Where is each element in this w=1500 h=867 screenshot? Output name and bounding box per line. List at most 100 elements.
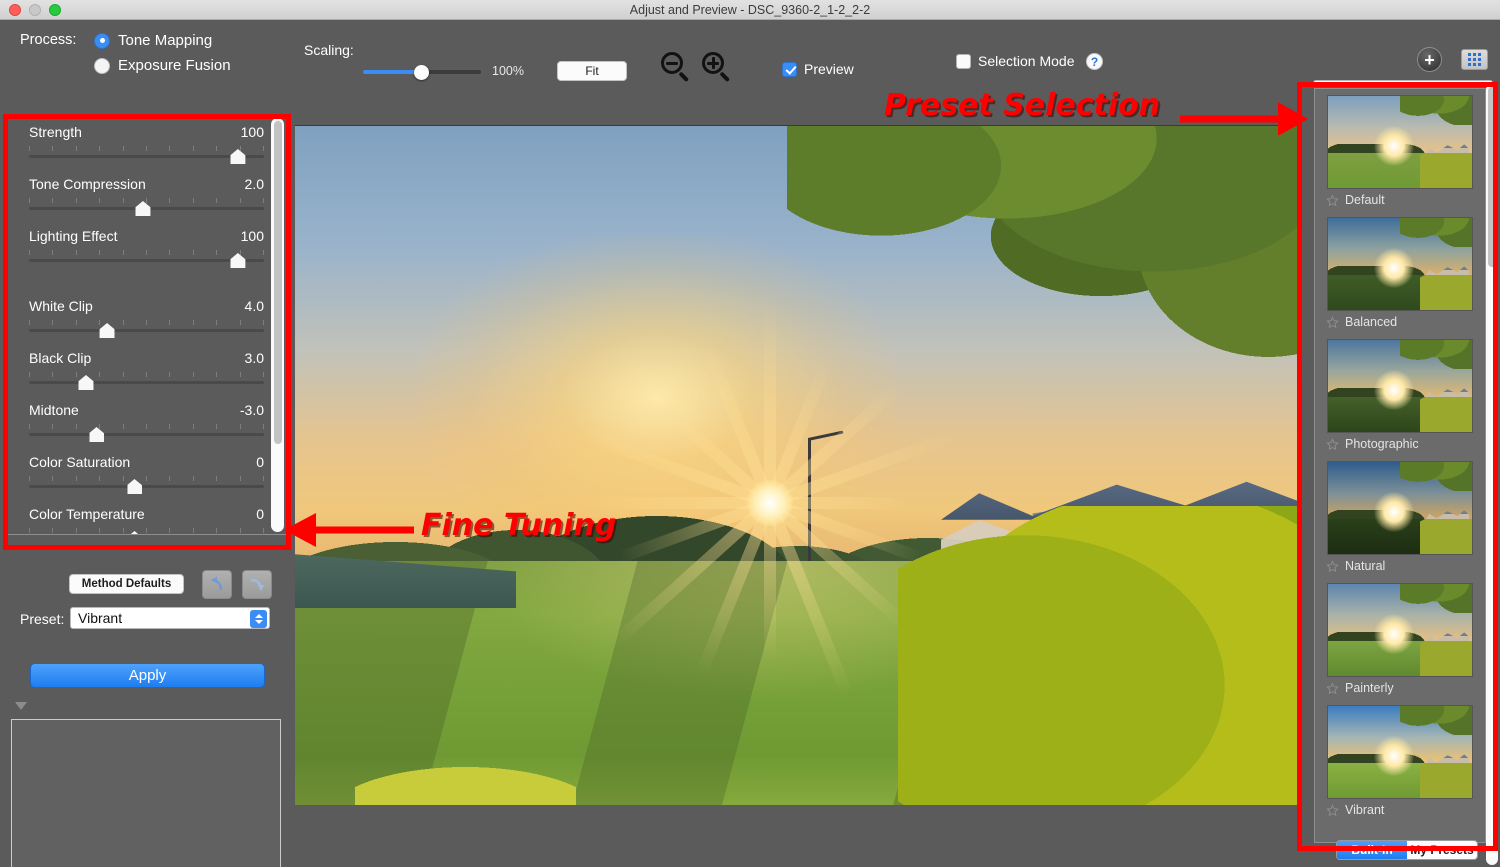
preset-item[interactable]: Painterly	[1315, 577, 1485, 699]
preset-tab[interactable]: Built-In	[1337, 841, 1407, 859]
thumb-canopy	[1400, 218, 1472, 248]
preset-name: Photographic	[1345, 437, 1419, 451]
undo-arrow-icon[interactable]	[202, 570, 232, 599]
preset-dropdown-value: Vibrant	[78, 610, 123, 626]
slider-track[interactable]	[29, 329, 264, 332]
disclosure-triangle-icon[interactable]	[15, 702, 27, 710]
slider-row[interactable]: Strength 100	[23, 124, 264, 167]
slider-track[interactable]	[29, 485, 264, 488]
adjustments-panel: Strength 100 Tone Compression 2.0 Lighting E…	[0, 82, 293, 867]
slider-scrollbar-thumb[interactable]	[273, 121, 282, 444]
preset-dropdown[interactable]: Vibrant	[70, 607, 270, 629]
method-defaults-button[interactable]: Method Defaults	[69, 574, 184, 594]
slider-track[interactable]	[29, 259, 264, 262]
top-toolbar: Process: Tone Mapping Exposure Fusion Me…	[0, 20, 1500, 110]
preset-thumbnail[interactable]	[1327, 705, 1473, 799]
preset-name: Vibrant	[1345, 803, 1385, 817]
selection-mode-checkbox[interactable]: Selection Mode	[956, 53, 1075, 69]
preview-photograph[interactable]	[295, 125, 1300, 805]
preset-thumbnail[interactable]	[1327, 339, 1473, 433]
slider-knob[interactable]	[99, 323, 115, 338]
slider-ticks	[29, 476, 264, 481]
slider-row[interactable]: Color Saturation 0	[23, 454, 264, 497]
slider-label: Color Saturation	[29, 454, 131, 470]
slider-track[interactable]	[29, 381, 264, 384]
preset-scrollbar[interactable]	[1486, 84, 1498, 865]
redo-arrow-icon[interactable]	[242, 570, 272, 599]
favorite-star-icon[interactable]	[1326, 193, 1339, 207]
preset-source-tabs[interactable]: Built-In My Presets	[1336, 840, 1478, 860]
preset-tab[interactable]: My Presets	[1407, 841, 1477, 859]
radio-tone-mapping[interactable]: Tone Mapping	[94, 32, 212, 49]
preset-thumbnail[interactable]	[1327, 461, 1473, 555]
preset-panel: Default Balanced Photographic Natural Painte…	[1300, 82, 1500, 867]
selection-mode-label: Selection Mode	[978, 53, 1075, 69]
preset-thumbnail-list[interactable]: Default Balanced Photographic Natural Painte…	[1314, 88, 1486, 843]
slider-track[interactable]	[29, 433, 264, 436]
slider-knob[interactable]	[135, 201, 151, 216]
thumb-hedge	[1420, 153, 1472, 188]
fit-button[interactable]: Fit	[557, 61, 627, 81]
slider-list: Strength 100 Tone Compression 2.0 Lighting E…	[7, 116, 286, 534]
preset-caption: Photographic	[1320, 433, 1480, 455]
thumb-sun	[1374, 491, 1415, 532]
preset-thumbnail[interactable]	[1327, 217, 1473, 311]
slider-knob[interactable]	[230, 149, 246, 164]
thumb-hedge	[1420, 519, 1472, 554]
slider-row[interactable]: Color Temperature 0	[23, 506, 264, 534]
preset-thumbnail[interactable]	[1327, 95, 1473, 189]
chevron-updown-icon[interactable]	[250, 610, 267, 628]
zoom-in-icon[interactable]	[701, 51, 735, 85]
apply-button[interactable]: Apply	[30, 663, 265, 688]
radio-exposure-fusion[interactable]: Exposure Fusion	[94, 57, 231, 74]
photo-hedge	[898, 506, 1300, 805]
slider-row[interactable]: Black Clip 3.0	[23, 350, 264, 393]
photo-sun	[747, 479, 794, 526]
favorite-star-icon[interactable]	[1326, 437, 1339, 451]
slider-row[interactable]: Midtone -3.0	[23, 402, 264, 445]
preset-item[interactable]: Vibrant	[1315, 699, 1485, 821]
preset-item[interactable]: Natural	[1315, 455, 1485, 577]
slider-row[interactable]: White Clip 4.0	[23, 298, 264, 341]
favorite-star-icon[interactable]	[1326, 559, 1339, 573]
slider-row[interactable]: Tone Compression 2.0	[23, 176, 264, 219]
image-preview-area[interactable]	[293, 82, 1300, 867]
preview-checkbox[interactable]: Preview	[782, 61, 854, 77]
preview-checkbox-box[interactable]	[782, 61, 797, 77]
thumb-sun	[1374, 369, 1415, 410]
slider-knob[interactable]	[127, 479, 142, 494]
grid-view-icon[interactable]	[1461, 49, 1488, 70]
slider-row[interactable]: Lighting Effect 100	[23, 228, 264, 271]
photo-foreground-grass	[355, 723, 577, 805]
preset-scrollbar-thumb[interactable]	[1488, 87, 1496, 267]
slider-value: 100	[240, 124, 264, 140]
slider-scroll-area: Strength 100 Tone Compression 2.0 Lighting E…	[6, 115, 287, 535]
preset-item[interactable]: Photographic	[1315, 333, 1485, 455]
slider-value: 100	[240, 228, 264, 244]
favorite-star-icon[interactable]	[1326, 803, 1339, 817]
preview-checkbox-label: Preview	[804, 61, 854, 77]
scaling-slider-knob[interactable]	[414, 65, 429, 80]
help-icon[interactable]: ?	[1086, 53, 1103, 70]
scaling-slider-fill	[363, 70, 421, 74]
zoom-out-icon[interactable]	[660, 51, 694, 85]
plus-circle-icon[interactable]: +	[1417, 47, 1442, 72]
favorite-star-icon[interactable]	[1326, 681, 1339, 695]
slider-knob[interactable]	[78, 375, 94, 390]
scaling-label: Scaling:	[304, 42, 354, 58]
slider-knob[interactable]	[230, 253, 246, 268]
radio-tone-mapping-label: Tone Mapping	[118, 32, 213, 49]
slider-scrollbar[interactable]	[271, 118, 284, 532]
slider-track[interactable]	[29, 155, 264, 158]
preset-item[interactable]: Balanced	[1315, 211, 1485, 333]
slider-knob[interactable]	[89, 427, 105, 442]
slider-ticks	[29, 198, 264, 203]
preset-item[interactable]: Default	[1315, 89, 1485, 211]
favorite-star-icon[interactable]	[1326, 315, 1339, 329]
thumb-hedge	[1420, 275, 1472, 310]
annotation-label-fine-tuning: Fine Tuning	[421, 508, 617, 543]
radio-exposure-fusion-indicator[interactable]	[94, 57, 110, 74]
selection-mode-checkbox-box[interactable]	[956, 53, 971, 69]
radio-tone-mapping-indicator[interactable]	[94, 32, 110, 49]
preset-thumbnail[interactable]	[1327, 583, 1473, 677]
